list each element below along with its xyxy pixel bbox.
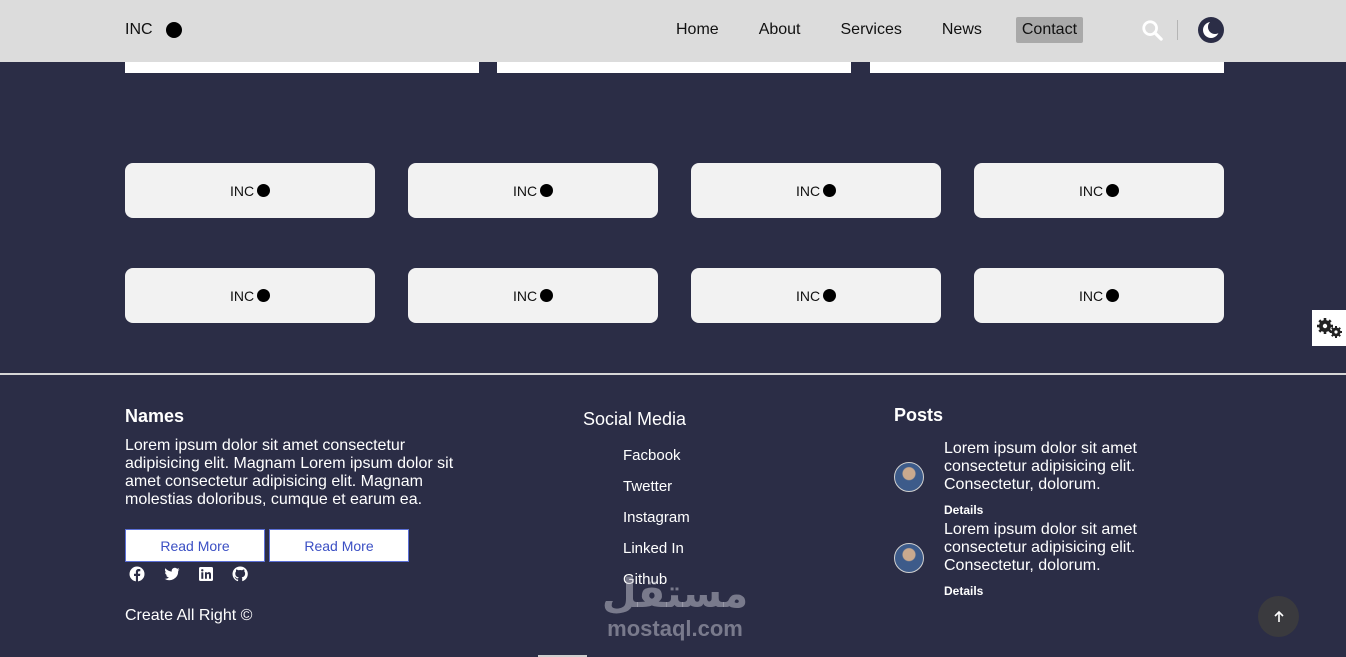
card-bottom-edge bbox=[497, 62, 851, 73]
watermark-latin: mostaql.com bbox=[607, 616, 743, 641]
partner-tile[interactable]: INC bbox=[691, 268, 941, 323]
back-to-top-button[interactable] bbox=[1258, 596, 1299, 637]
gears-icon bbox=[1317, 318, 1342, 338]
tile-label: INC bbox=[795, 182, 821, 199]
copyright-text: Create All Right © bbox=[125, 607, 253, 624]
main-nav: Home About Services News Contact bbox=[670, 17, 1084, 43]
tile-dot-icon bbox=[257, 289, 271, 302]
social-link-linkedin[interactable]: Linked In bbox=[623, 540, 684, 557]
post-details-link[interactable]: Details bbox=[944, 503, 983, 517]
tile-label: INC bbox=[512, 287, 538, 304]
nav-home[interactable]: Home bbox=[670, 17, 725, 43]
nav-about[interactable]: About bbox=[753, 17, 807, 43]
tile-dot-icon bbox=[257, 184, 271, 197]
names-description: Lorem ipsum dolor sit amet consectetur a… bbox=[125, 437, 454, 508]
tile-label: INC bbox=[795, 287, 821, 304]
watermark-arabic: مستقل bbox=[601, 571, 749, 617]
partner-tile[interactable]: INC bbox=[125, 268, 375, 323]
names-title: Names bbox=[125, 406, 185, 426]
partner-tile[interactable]: INC bbox=[691, 163, 941, 218]
tile-dot-icon bbox=[823, 184, 837, 197]
partner-tile[interactable]: INC bbox=[125, 163, 375, 218]
settings-toggle[interactable] bbox=[1312, 310, 1346, 346]
moon-icon[interactable] bbox=[1197, 16, 1225, 44]
post-details-link[interactable]: Details bbox=[944, 584, 983, 598]
social-link-instagram[interactable]: Instagram bbox=[623, 509, 690, 526]
tile-dot-icon bbox=[540, 289, 554, 302]
watermark: مستقل mostaql.com bbox=[590, 572, 760, 647]
search-icon[interactable] bbox=[1141, 19, 1163, 41]
facebook-icon[interactable] bbox=[129, 566, 145, 582]
partner-tile[interactable]: INC bbox=[408, 268, 658, 323]
tile-dot-icon bbox=[1106, 184, 1120, 197]
linkedin-icon[interactable] bbox=[198, 566, 214, 582]
header: INC Home About Services News Contact bbox=[0, 0, 1346, 62]
github-icon[interactable] bbox=[232, 566, 248, 582]
card-bottom-edge bbox=[125, 62, 479, 73]
post-text: Lorem ipsum dolor sit amet consectetur a… bbox=[944, 440, 1137, 493]
partner-tile[interactable]: INC bbox=[408, 163, 658, 218]
arrow-up-icon bbox=[1273, 610, 1284, 622]
twitter-icon[interactable] bbox=[164, 566, 180, 582]
card-bottom-edge bbox=[870, 62, 1224, 73]
post-text: Lorem ipsum dolor sit amet consectetur a… bbox=[944, 521, 1137, 574]
read-more-button[interactable]: Read More bbox=[125, 529, 265, 562]
tile-label: INC bbox=[512, 182, 538, 199]
logo-text: INC bbox=[125, 21, 153, 38]
tile-dot-icon bbox=[1106, 289, 1120, 302]
social-link-facebook[interactable]: Facbook bbox=[623, 447, 681, 464]
read-more-button[interactable]: Read More bbox=[269, 529, 409, 562]
partner-tile[interactable]: INC bbox=[974, 268, 1224, 323]
tile-dot-icon bbox=[823, 289, 837, 302]
tile-label: INC bbox=[229, 182, 255, 199]
avatar bbox=[894, 543, 924, 573]
tile-dot-icon bbox=[540, 184, 554, 197]
tile-label: INC bbox=[1078, 287, 1104, 304]
posts-title: Posts bbox=[894, 405, 944, 425]
logo[interactable]: INC bbox=[125, 21, 182, 39]
social-media-title: Social Media bbox=[583, 409, 687, 429]
header-divider bbox=[1177, 20, 1178, 40]
tile-label: INC bbox=[229, 287, 255, 304]
tile-label: INC bbox=[1078, 182, 1104, 199]
footer-divider bbox=[0, 373, 1346, 375]
avatar bbox=[894, 462, 924, 492]
social-link-twitter[interactable]: Twetter bbox=[623, 478, 672, 495]
nav-services[interactable]: Services bbox=[835, 17, 908, 43]
logo-dot-icon bbox=[165, 22, 182, 38]
partner-tile[interactable]: INC bbox=[974, 163, 1224, 218]
nav-contact[interactable]: Contact bbox=[1015, 17, 1084, 43]
nav-news[interactable]: News bbox=[936, 17, 988, 43]
